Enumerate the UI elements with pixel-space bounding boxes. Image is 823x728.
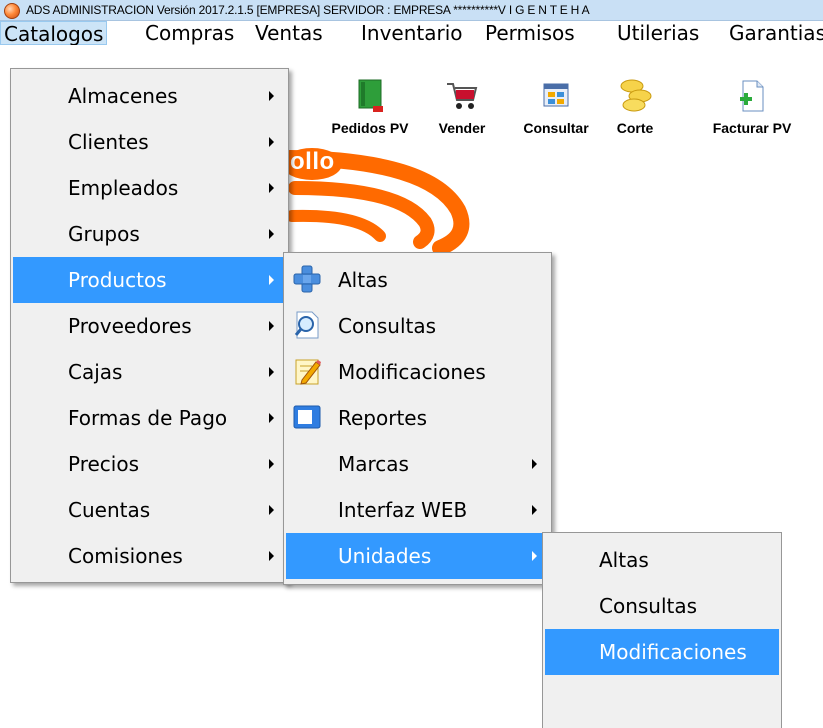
menu-item-precios[interactable]: Precios <box>13 441 286 487</box>
menu-utilerias[interactable]: Utilerias <box>614 21 702 45</box>
menu-item-label: Consultas <box>338 314 437 338</box>
menu-item-label: Unidades <box>338 544 432 568</box>
submenu-arrow-icon <box>532 551 537 561</box>
menu-permisos[interactable]: Permisos <box>482 21 578 45</box>
menu-item-consultas[interactable]: Consultas <box>286 303 549 349</box>
submenu-arrow-icon <box>532 459 537 469</box>
submenu-arrow-icon <box>269 459 274 469</box>
submenu-arrow-icon <box>532 505 537 515</box>
menu-item-label: Clientes <box>68 130 149 154</box>
submenu-arrow-icon <box>269 321 274 331</box>
menu-catalogos[interactable]: Catalogos <box>0 21 108 45</box>
menu-inventario[interactable]: Inventario <box>358 21 466 45</box>
menu-bar: Catalogos Compras Ventas Inventario Perm… <box>0 21 823 45</box>
menu-item-label: Marcas <box>338 452 409 476</box>
toolbar-corte-button[interactable]: Corte <box>585 78 685 144</box>
report-window-icon <box>293 405 321 429</box>
menu-item-altas[interactable]: Altas <box>286 257 549 303</box>
menu-item-label: Interfaz WEB <box>338 498 468 522</box>
calculator-icon <box>543 83 569 107</box>
plus-icon <box>293 265 321 293</box>
menu-item-modificaciones[interactable]: Modificaciones <box>286 349 549 395</box>
menu-compras[interactable]: Compras <box>142 21 237 45</box>
menu-item-altas[interactable]: Altas <box>545 537 779 583</box>
menu-item-cajas[interactable]: Cajas <box>13 349 286 395</box>
menu-item-label: Proveedores <box>68 314 192 338</box>
toolbar-label: Pedidos PV <box>331 120 409 136</box>
submenu-arrow-icon <box>269 137 274 147</box>
productos-submenu: Altas Consultas Modificaciones Reportes … <box>283 252 552 585</box>
new-document-icon <box>740 80 764 112</box>
menu-item-comisiones[interactable]: Comisiones <box>13 533 286 579</box>
menu-item-label: Reportes <box>338 406 428 430</box>
menu-item-formas-de-pago[interactable]: Formas de Pago <box>13 395 286 441</box>
menu-item-cuentas[interactable]: Cuentas <box>13 487 286 533</box>
toolbar-pedidos-pv-button[interactable]: Pedidos PV <box>320 78 420 144</box>
menu-item-empleados[interactable]: Empleados <box>13 165 286 211</box>
app-icon[interactable] <box>4 3 20 19</box>
toolbar-facturar-pv-button[interactable]: Facturar PV <box>702 78 802 144</box>
menu-item-label: Altas <box>338 268 388 292</box>
submenu-arrow-icon <box>269 367 274 377</box>
window-title: ADS ADMINISTRACION Versión 2017.2.1.5 [E… <box>26 3 590 17</box>
menu-item-label: Precios <box>68 452 140 476</box>
submenu-arrow-icon <box>269 229 274 239</box>
submenu-arrow-icon <box>269 183 274 193</box>
menu-item-reportes[interactable]: Reportes <box>286 395 549 441</box>
menu-item-clientes[interactable]: Clientes <box>13 119 286 165</box>
toolbar-label: Facturar PV <box>712 120 792 136</box>
menu-item-label: Grupos <box>68 222 140 246</box>
menu-item-label: Consultas <box>599 594 698 618</box>
menu-item-label: Altas <box>599 548 649 572</box>
menu-item-label: Modificaciones <box>338 360 486 384</box>
unidades-submenu: Altas Consultas Modificaciones <box>542 532 782 728</box>
toolbar-label: Vender <box>438 120 486 136</box>
menu-item-marcas[interactable]: Marcas <box>286 441 549 487</box>
submenu-arrow-icon <box>269 505 274 515</box>
menu-item-almacenes[interactable]: Almacenes <box>13 73 286 119</box>
menu-item-partial[interactable] <box>545 675 779 721</box>
menu-item-label: Modificaciones <box>599 640 747 664</box>
shopping-cart-icon <box>447 83 478 109</box>
menu-item-productos[interactable]: Productos <box>13 257 286 303</box>
menu-item-proveedores[interactable]: Proveedores <box>13 303 286 349</box>
submenu-arrow-icon <box>269 91 274 101</box>
logo-text: ollo <box>290 148 335 175</box>
catalogos-menu: Almacenes Clientes Empleados Grupos Prod… <box>10 68 289 583</box>
menu-item-unidades[interactable]: Unidades <box>286 533 549 579</box>
magnifier-icon <box>294 311 319 339</box>
menu-item-grupos[interactable]: Grupos <box>13 211 286 257</box>
menu-item-consultas[interactable]: Consultas <box>545 583 779 629</box>
submenu-arrow-icon <box>269 413 274 423</box>
menu-item-label: Formas de Pago <box>68 406 228 430</box>
green-book-icon <box>358 79 383 112</box>
menu-item-modificaciones[interactable]: Modificaciones <box>545 629 779 675</box>
toolbar-vender-button[interactable]: Vender <box>412 78 512 144</box>
coins-icon <box>620 79 652 112</box>
toolbar-label: Corte <box>616 120 654 136</box>
submenu-arrow-icon <box>269 275 274 285</box>
edit-pencil-icon <box>295 359 321 385</box>
menu-item-interfaz-web[interactable]: Interfaz WEB <box>286 487 549 533</box>
menu-item-label: Cuentas <box>68 498 151 522</box>
menu-item-label: Almacenes <box>68 84 178 108</box>
menu-item-label: Cajas <box>68 360 123 384</box>
title-bar: ADS ADMINISTRACION Versión 2017.2.1.5 [E… <box>0 0 823 21</box>
menu-ventas[interactable]: Ventas <box>252 21 326 45</box>
menu-item-label: Productos <box>68 268 167 292</box>
menu-item-label: Empleados <box>68 176 179 200</box>
menu-item-label: Comisiones <box>68 544 183 568</box>
menu-garantias[interactable]: Garantias <box>726 21 823 45</box>
submenu-arrow-icon <box>269 551 274 561</box>
